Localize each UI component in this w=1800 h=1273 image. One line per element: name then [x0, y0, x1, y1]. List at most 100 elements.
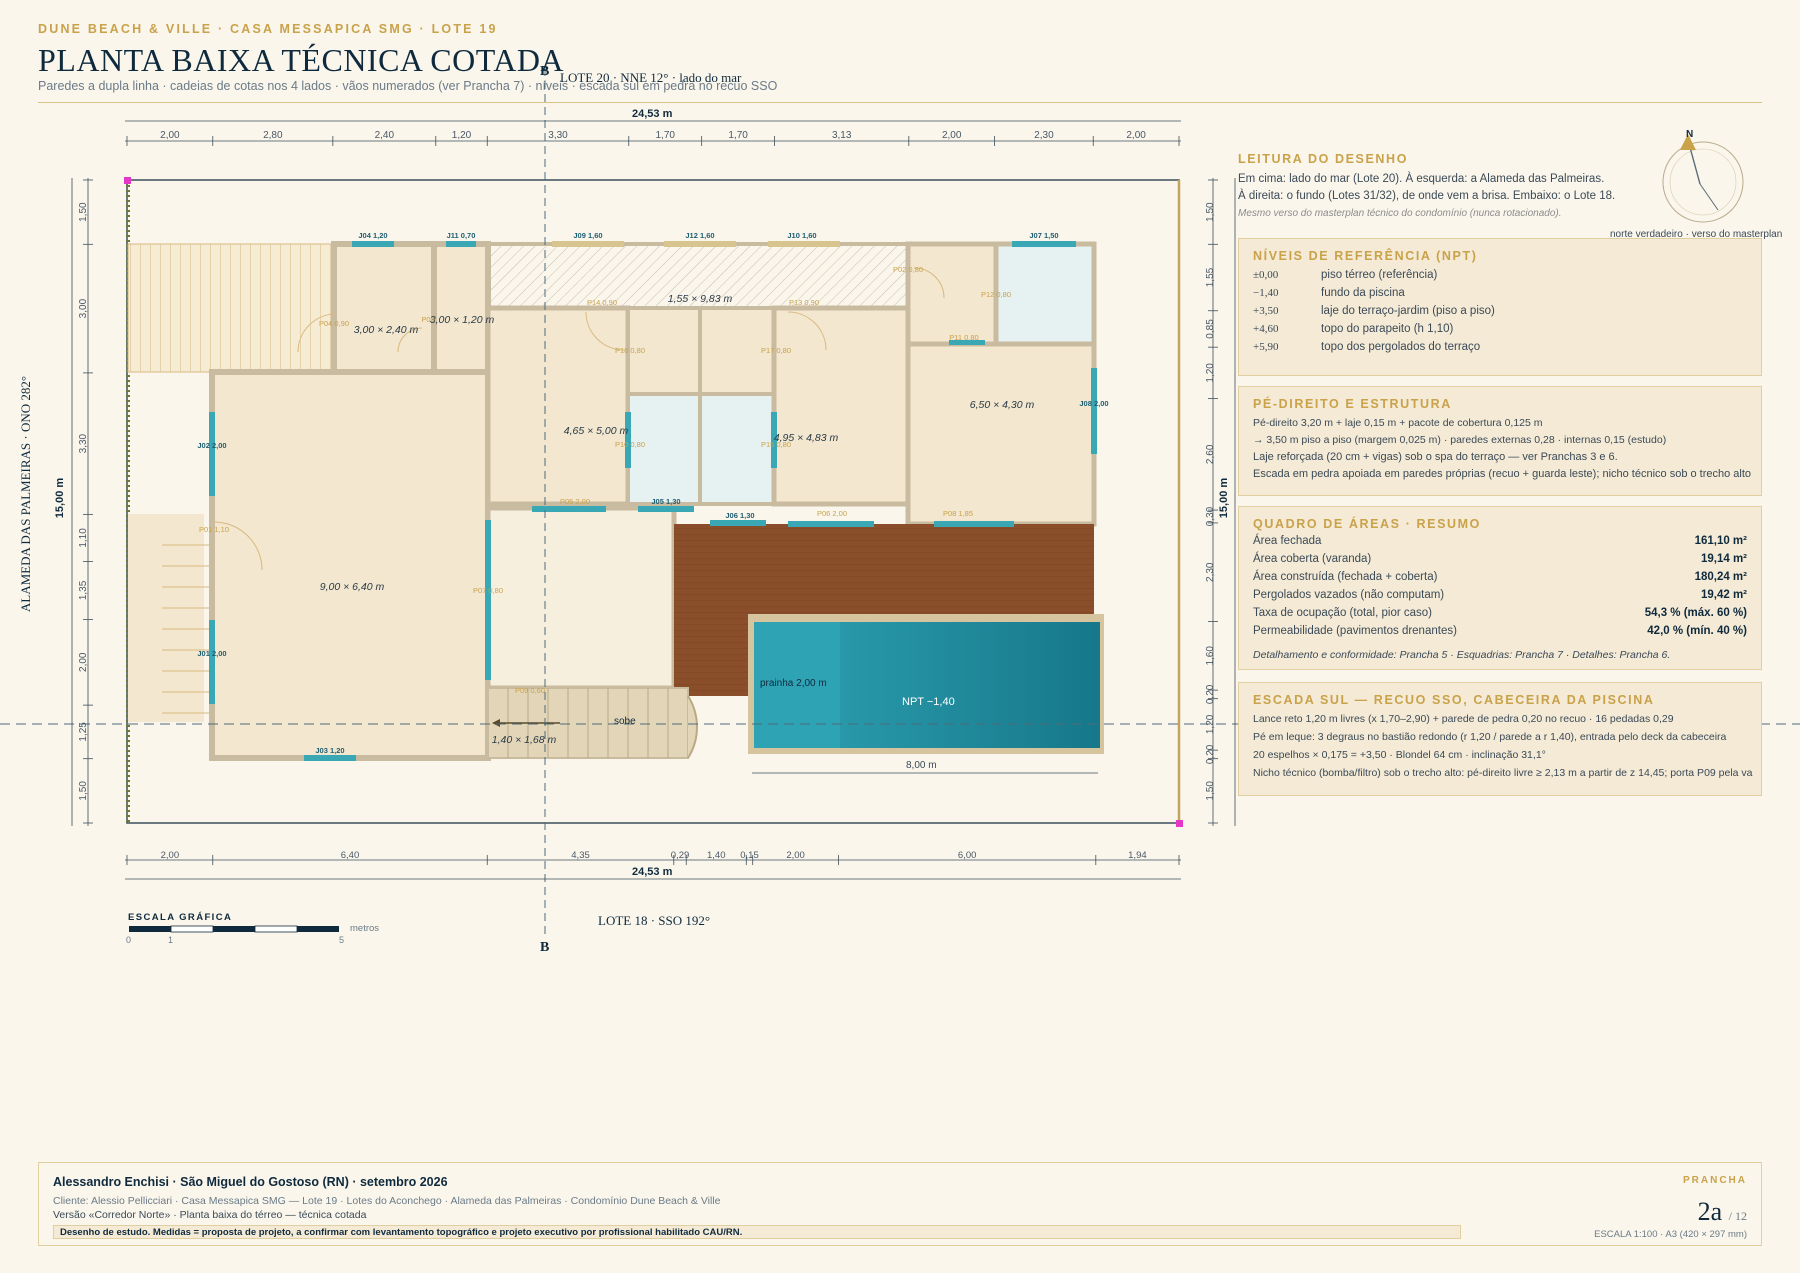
- door-label: P14 0,90: [587, 298, 617, 307]
- area-row: Área coberta (varanda) 19,14 m²: [1253, 553, 1747, 565]
- left-dimension-label: 3,00: [78, 298, 89, 318]
- compass-north-letter: N: [1686, 129, 1694, 140]
- stair-line-2: Pé em leque: 3 degraus no bastião redond…: [1253, 731, 1727, 743]
- top-dimension-label: 1,70: [728, 130, 748, 141]
- reading-line-2: À direita: o fundo (Lotes 31/32), de ond…: [1238, 190, 1616, 202]
- window-label: J10 1,60: [787, 231, 816, 240]
- door-label: P01 1,10: [199, 525, 229, 534]
- area-row: Taxa de ocupação (total, pior caso) 54,3 …: [1253, 607, 1747, 619]
- top-dimension-label: 1,70: [655, 130, 675, 141]
- left-dimension-label: 3,30: [78, 433, 89, 453]
- stair-line-3: 20 espelhos × 0,175 = +3,50 · Blondel 64…: [1253, 749, 1546, 761]
- south-lot-label: LOTE 18 · SSO 192°: [598, 913, 711, 928]
- window-label: J02 2,00: [197, 441, 226, 450]
- right-dimension-label: 2,60: [1205, 444, 1216, 464]
- window: [532, 506, 606, 512]
- title-block: Alessandro Enchisi · São Miguel do Gosto…: [38, 1162, 1762, 1246]
- window: [209, 620, 215, 704]
- top-dimension-label: 2,80: [263, 130, 283, 141]
- stair-line-1: Lance reto 1,20 m livres (x 1,70–2,90) +…: [1253, 713, 1674, 725]
- right-dimension-label: 1,55: [1205, 267, 1216, 287]
- sheet-label: PRANCHA: [1683, 1175, 1747, 1186]
- level-row: +3,50 laje do terraço-jardim (piso a piso…: [1253, 305, 1495, 317]
- room-living: [209, 369, 491, 761]
- overall-top-dim: 24,53 m: [632, 108, 673, 120]
- room-dimension-label: 3,00 × 1,20 m: [430, 314, 495, 326]
- area-row: Permeabilidade (pavimentos drenantes) 42,…: [1253, 625, 1747, 637]
- pool-level-label: NPT −1,40: [902, 696, 955, 708]
- door-label: P02 0,80: [893, 265, 923, 274]
- footer-version: Versão «Corredor Norte» · Planta baixa d…: [53, 1209, 367, 1221]
- deck-west: [674, 626, 748, 696]
- window-label: J06 1,30: [725, 511, 754, 520]
- level-row: +5,90 topo dos pergolados do terraço: [1253, 341, 1481, 353]
- room-dimension-label: 4,65 × 5,00 m: [564, 425, 629, 437]
- window: [446, 241, 476, 247]
- structure-line-1: Pé-direito 3,20 m + laje 0,15 m + pacote…: [1253, 417, 1543, 429]
- right-dimension-label: 0,20: [1205, 684, 1216, 704]
- scale-tick-1: 1: [168, 935, 174, 945]
- structure-title: PÉ-DIREITO E ESTRUTURA: [1253, 397, 1452, 411]
- level-row: −1,40 fundo da piscina: [1253, 287, 1405, 299]
- overall-right-dim: 15,00 m: [1218, 477, 1231, 519]
- reading-line-1: Em cima: lado do mar (Lote 20). À esquer…: [1238, 173, 1605, 185]
- structure-line-2: → 3,50 m piso a piso (margem 0,025 m) · …: [1253, 434, 1667, 446]
- stair-title: ESCADA SUL — RECUO SSO, CABECEIRA DA PIS…: [1253, 693, 1655, 707]
- room-bedroom-1: [485, 305, 631, 507]
- stair-bastion: [687, 695, 698, 759]
- bottom-dimension-label: 2,00: [161, 850, 180, 861]
- stair-panel: ESCADA SUL — RECUO SSO, CABECEIRA DA PIS…: [1238, 682, 1762, 796]
- right-dimension-label: 2,30: [1205, 562, 1216, 582]
- door-label: P15 0,80: [761, 440, 791, 449]
- footer-author: Alessandro Enchisi · São Miguel do Gosto…: [53, 1175, 448, 1189]
- overall-left-dim: 15,00 m: [54, 477, 67, 519]
- door-label: P13 0,90: [789, 298, 819, 307]
- bottom-dimension-label: 6,40: [341, 850, 360, 861]
- door-label: P06 2,00: [817, 509, 847, 518]
- bottom-dimension-label: 2,00: [786, 850, 805, 861]
- reading-note: Mesmo verso do masterplan técnico do con…: [1238, 208, 1562, 219]
- right-dimension-label: 1,20: [1205, 714, 1216, 734]
- door-label: P09 0,60: [515, 686, 545, 695]
- structure-panel: PÉ-DIREITO E ESTRUTURA Pé-direito 3,20 m…: [1238, 386, 1762, 496]
- pool-beach-label: prainha 2,00 m: [760, 678, 827, 689]
- top-dimension-label: 2,00: [1126, 130, 1146, 141]
- door-label: P17 0,80: [761, 346, 791, 355]
- window: [788, 521, 874, 527]
- window-label: J09 1,60: [573, 231, 602, 240]
- door-label: P16 0,80: [615, 346, 645, 355]
- window-label: J05 1,30: [651, 497, 680, 506]
- overall-bottom-dim: 24,53 m: [632, 866, 673, 878]
- top-dimension-label: 2,40: [375, 130, 395, 141]
- right-dimension-label: 0,20: [1205, 744, 1216, 764]
- top-dimension-label: 1,20: [452, 130, 472, 141]
- window-label: J12 1,60: [685, 231, 714, 240]
- levels-title: NÍVEIS DE REFERÊNCIA (NPT): [1253, 249, 1478, 263]
- bottom-dimension-label: 1,94: [1128, 850, 1147, 861]
- window-label: J03 1,20: [315, 746, 344, 755]
- scale-bar-unit: metros: [350, 923, 380, 934]
- window: [304, 755, 356, 761]
- window-label: J11 0,70: [447, 231, 476, 240]
- top-dimension-label: 2,30: [1034, 130, 1054, 141]
- door-label: P11 0,80: [949, 333, 978, 342]
- room-master: [905, 341, 1097, 527]
- room-dimension-label: 1,40 × 1,68 m: [492, 734, 557, 746]
- room-kitchen: [485, 505, 677, 691]
- window: [1091, 368, 1097, 454]
- stair-line-4: Nicho técnico (bomba/filtro) sob o trech…: [1253, 767, 1753, 779]
- right-dimension-label: 1,50: [1205, 202, 1216, 222]
- window-label: J01 2,00: [197, 649, 226, 658]
- area-row: Área fechada 161,10 m²: [1253, 535, 1747, 547]
- window-label: J08 2,00: [1079, 399, 1108, 408]
- door-label: P08 1,85: [943, 509, 973, 518]
- room-nw-1: [331, 241, 437, 375]
- right-dimension-label: 1,60: [1205, 646, 1216, 666]
- top-dimension-label: 2,00: [942, 130, 962, 141]
- deck: [674, 524, 1094, 626]
- footer-client: Cliente: Alessio Pellicciari · Casa Mess…: [53, 1195, 721, 1207]
- window: [1012, 241, 1076, 247]
- bottom-dimension-label: 0,15: [740, 850, 759, 861]
- north-lot-label: LOTE 20 · NNE 12° · lado do mar: [560, 70, 742, 85]
- bottom-dimension-label: 1,40: [707, 850, 726, 861]
